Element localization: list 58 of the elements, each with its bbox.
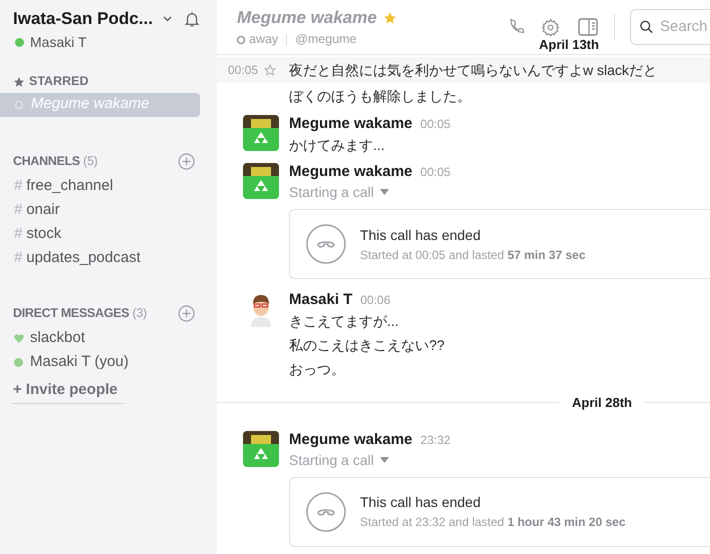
star-icon[interactable]	[264, 64, 276, 76]
chevron-icon[interactable]	[162, 16, 172, 22]
status-text: away	[249, 31, 278, 48]
call-status: Starting a call	[289, 450, 374, 470]
message-text: かけてみます...	[289, 136, 386, 155]
avatar-icon[interactable]	[243, 430, 279, 466]
away-icon	[237, 36, 245, 44]
sidebar-item[interactable]: # onair	[0, 198, 200, 222]
section-title: STARRED	[29, 73, 88, 90]
team-name[interactable]: Iwata-San Podc...	[13, 6, 153, 32]
date-divider: April 28th	[571, 394, 633, 412]
message-text: ぼくのほうも解除しました。	[289, 86, 471, 106]
avatar-icon[interactable]	[243, 163, 279, 199]
call-detail: Started at 23:32 and lasted 1 hour 43 min 20 sec	[360, 514, 626, 531]
star-icon[interactable]	[382, 10, 397, 25]
message-text: 私のこえはきこえない??	[289, 336, 446, 355]
caret-icon[interactable]	[380, 189, 389, 195]
hang-up-icon[interactable]	[306, 492, 346, 532]
sidebar-item[interactable]: # stock	[0, 222, 200, 246]
search-input[interactable]: Search	[660, 16, 710, 38]
sidebar-item[interactable]: slackbot	[0, 326, 200, 350]
caret-icon[interactable]	[380, 456, 389, 462]
hash-icon: #	[14, 247, 22, 270]
hash-icon: #	[14, 199, 22, 222]
star-icon	[13, 76, 25, 88]
sender-name[interactable]: Megume wakame	[289, 163, 412, 181]
message-time: 00:05	[228, 62, 258, 79]
user-handle: @megume	[295, 31, 357, 48]
sender-name[interactable]: Megume wakame	[289, 115, 412, 133]
sidebar-item[interactable]: # updates_podcast	[0, 246, 200, 270]
avatar-icon[interactable]	[243, 115, 279, 151]
search-icon	[639, 19, 654, 35]
section-title[interactable]: CHANNELS (5)	[13, 152, 98, 171]
heart-icon	[14, 334, 24, 343]
sender-name[interactable]: Megume wakame	[289, 430, 412, 448]
section-title[interactable]: DIRECT MESSAGES (3)	[13, 304, 147, 323]
user-name[interactable]: Masaki T	[30, 32, 87, 52]
hang-up-icon[interactable]	[306, 224, 346, 264]
message-text: きこえてますが...	[289, 312, 400, 331]
hash-icon: #	[14, 175, 22, 198]
invite-link[interactable]: + Invite people	[13, 378, 124, 404]
hash-icon: #	[14, 223, 22, 246]
message-text: 夜だと自然には気を利かせて鳴らないんですよw slackだと	[289, 60, 657, 80]
sidebar-item[interactable]: # free_channel	[0, 174, 200, 198]
call-title: This call has ended	[360, 226, 482, 244]
settings-icon[interactable]	[541, 18, 560, 36]
message-text: おっつ。	[289, 360, 346, 379]
sender-name[interactable]: Masaki T	[289, 291, 352, 309]
bell-icon[interactable]	[183, 10, 201, 28]
sidebar-item[interactable]: Masaki T (you)	[0, 350, 200, 374]
phone-icon[interactable]	[508, 18, 526, 36]
add-icon[interactable]	[178, 153, 195, 170]
sidebar-toggle-icon[interactable]	[578, 18, 598, 36]
call-status: Starting a call	[289, 183, 374, 202]
add-icon[interactable]	[178, 305, 195, 322]
call-detail: Started at 00:05 and lasted 57 min 37 sec	[360, 246, 586, 264]
search-field[interactable]: Search	[630, 9, 710, 45]
call-title: This call has ended	[360, 493, 482, 512]
